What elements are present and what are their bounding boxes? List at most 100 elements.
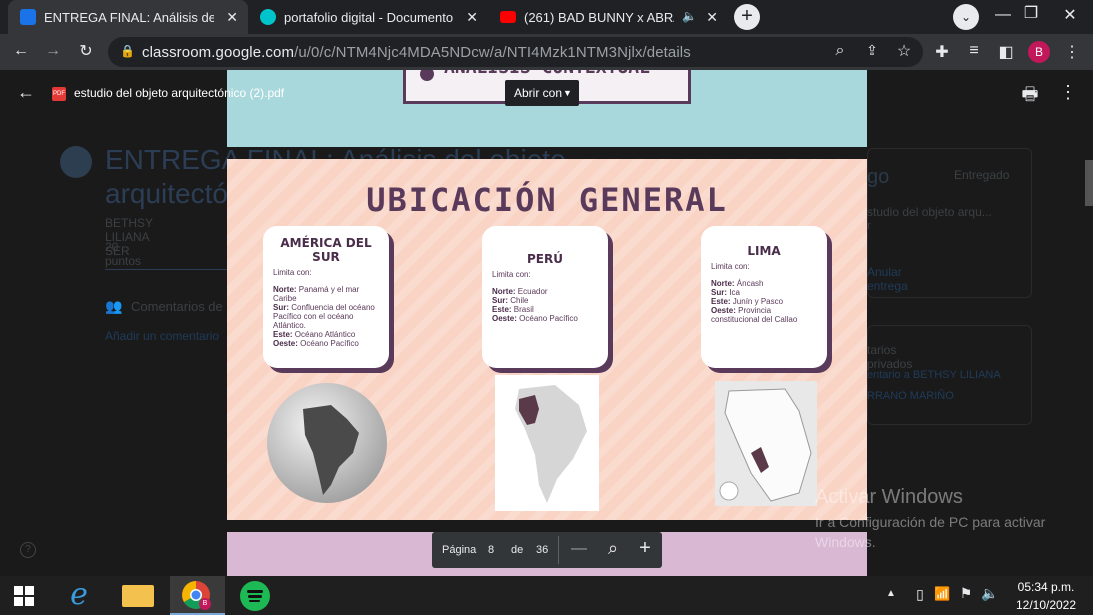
card-row: Este: Junín y Pasco (711, 297, 817, 306)
close-window-icon[interactable]: ✕ (1060, 5, 1080, 25)
row-key: Este: (492, 305, 512, 314)
forward-icon[interactable]: → (42, 42, 64, 60)
action-flag-icon[interactable]: ⚑ (958, 585, 974, 602)
card-row: Norte: Panamá y el mar Caribe (273, 285, 379, 303)
card-row: Sur: Ica (711, 288, 817, 297)
page-zoom-toolbar: Página 8 de 36 — ⌕ + (432, 532, 662, 568)
row-key: Sur: (492, 296, 508, 305)
profile-avatar[interactable]: B (1028, 41, 1050, 63)
print-icon[interactable]: 🖶 (1018, 82, 1042, 112)
address-bar[interactable]: 🔒 classroom.google.com/u/0/c/NTM4Njc4MDA… (108, 37, 923, 67)
card-row: Sur: Confluencia del océano Pacífico con… (273, 303, 379, 330)
activation-watermark-text: Ir a Configuración de PC para activar (815, 514, 1046, 530)
class-comments-icon: 👥 (105, 298, 123, 314)
file-name: estudio del objeto arquitectónico (2).pd… (74, 86, 285, 100)
row-value: Áncash (736, 279, 764, 288)
url-path: /u/0/c/NTM4Njc4MDA5NDcw/a/NTI4Mzk1NTM3Nj… (294, 44, 691, 61)
open-with-button[interactable]: Abrir con ▼ (505, 80, 579, 106)
add-comment-link[interactable]: Añadir un comentario (105, 329, 219, 343)
tab-title: ENTREGA FINAL: Análisis del obje (44, 9, 214, 25)
page-scrollbar[interactable] (1085, 160, 1093, 206)
card-limits-label: Limita con: (492, 270, 531, 279)
media-control-icon[interactable]: ≡ (964, 42, 984, 60)
battery-icon[interactable]: ▯ (912, 586, 928, 603)
spotify-icon[interactable] (240, 581, 270, 611)
new-tab-button[interactable]: + (734, 4, 760, 30)
row-value: Océano Pacífico (300, 339, 359, 348)
browser-tab-strip: ENTREGA FINAL: Análisis del obje ✕ porta… (0, 0, 1093, 34)
url-text: classroom.google.com/u/0/c/NTM4Njc4MDA5N… (142, 44, 691, 61)
taskbar-chrome-button[interactable]: B (170, 576, 225, 615)
toolbar: ← → ↻ 🔒 classroom.google.com/u/0/c/NTM4N… (0, 34, 1093, 70)
tab-youtube[interactable]: (261) BAD BUNNY x ABRA - S 🔈 ✕ (488, 0, 728, 34)
close-viewer-icon[interactable]: ← (14, 82, 38, 103)
assignment-icon (60, 146, 92, 178)
of-label: de (511, 544, 524, 556)
viewer-toolbar: ← PDF estudio del objeto arquitectónico … (0, 70, 1093, 118)
close-tab-icon[interactable]: ✕ (226, 9, 238, 26)
close-tab-icon[interactable]: ✕ (706, 9, 718, 26)
speaker-icon[interactable]: 🔈 (682, 9, 697, 23)
unsubmit-button[interactable]: Anular entrega (867, 265, 908, 293)
row-key: Norte: (492, 287, 516, 296)
south-america-globe-image (267, 383, 387, 503)
zoom-in-icon[interactable]: + (635, 537, 655, 560)
windows-start-icon[interactable] (14, 586, 34, 606)
chrome-profile-badge: B (199, 598, 211, 610)
tab-classroom[interactable]: ENTREGA FINAL: Análisis del obje ✕ (8, 0, 248, 34)
peru-map-drawing (515, 385, 587, 503)
card-row: Oeste: Océano Pacífico (492, 314, 598, 323)
row-value: Brasil (513, 305, 534, 314)
restore-icon[interactable]: ❐ (1021, 3, 1041, 23)
assignment-points: 20 puntos (105, 240, 142, 268)
windows-taskbar: e B ▲ ▯ 📶 ⚑ 🔈 05:34 p.m. 12/10/2022 (0, 576, 1093, 615)
your-work-heading: go (867, 166, 890, 188)
peru-location-map-image (495, 375, 599, 511)
zoom-out-icon[interactable]: — (570, 540, 588, 558)
close-tab-icon[interactable]: ✕ (466, 9, 478, 26)
clock-time[interactable]: 05:34 p.m. (1010, 580, 1082, 594)
side-panel-icon[interactable]: ◧ (996, 42, 1016, 62)
back-icon[interactable]: ← (10, 42, 32, 60)
share-icon[interactable]: ⇪ (862, 42, 882, 59)
star-icon[interactable]: ☆ (894, 41, 914, 61)
card-limits-label: Limita con: (711, 262, 750, 271)
divider (105, 269, 227, 270)
private-comment-link[interactable]: entario a BETHSY LILIANA (867, 369, 1001, 381)
row-key: Oeste: (273, 339, 298, 348)
network-icon[interactable]: 📶 (934, 586, 950, 602)
url-host: classroom.google.com (142, 44, 295, 61)
extensions-icon[interactable]: ✚ (932, 42, 952, 62)
info-card-lima: LIMA Limita con: Norte: Áncash Sur: Ica … (701, 226, 827, 368)
card-row: Oeste: Océano Pacífico (273, 339, 379, 348)
reload-icon[interactable]: ↻ (75, 41, 97, 61)
attachment-name[interactable]: studio del objeto arqu... (867, 205, 992, 219)
menu-kebab-icon[interactable]: ⋮ (1062, 42, 1082, 62)
help-icon[interactable]: ? (20, 542, 36, 558)
zoom-search-icon[interactable]: ⌕ (830, 42, 850, 60)
info-card-peru: PERÚ Limita con: Norte: Ecuador Sur: Chi… (482, 226, 608, 368)
youtube-icon (500, 11, 516, 23)
row-value: Océano Pacífico (519, 314, 578, 323)
card-row: Oeste: Provincia constitucional del Call… (711, 306, 817, 324)
tray-overflow-icon[interactable]: ▲ (884, 588, 898, 599)
current-page-input[interactable]: 8 (488, 544, 494, 556)
row-key: Sur: (273, 303, 289, 312)
internet-explorer-icon[interactable]: e (62, 580, 96, 611)
row-value: Confluencia del océano Pacífico con el o… (273, 303, 375, 330)
file-explorer-icon[interactable] (122, 585, 154, 607)
row-key: Oeste: (492, 314, 517, 323)
tab-search-button[interactable]: ⌄ (953, 4, 979, 30)
minimize-icon[interactable]: — (993, 6, 1013, 24)
pdf-viewer: ENTREGA FINAL: Análisis del objeto arqui… (0, 70, 1093, 576)
tab-canva[interactable]: portafolio digital - Documento (A ✕ (248, 0, 488, 34)
page-label: Página (442, 544, 477, 556)
card-row: Este: Océano Atlántico (273, 330, 379, 339)
card-row: Este: Brasil (492, 305, 598, 314)
clock-date[interactable]: 12/10/2022 (1010, 598, 1082, 612)
volume-icon[interactable]: 🔈 (981, 585, 999, 602)
zoom-reset-icon[interactable]: ⌕ (603, 538, 623, 559)
more-actions-icon[interactable]: ⋮ (1058, 82, 1078, 103)
assignment-title-line2: arquitectó (105, 178, 228, 209)
card-row: Norte: Ecuador (492, 287, 598, 296)
